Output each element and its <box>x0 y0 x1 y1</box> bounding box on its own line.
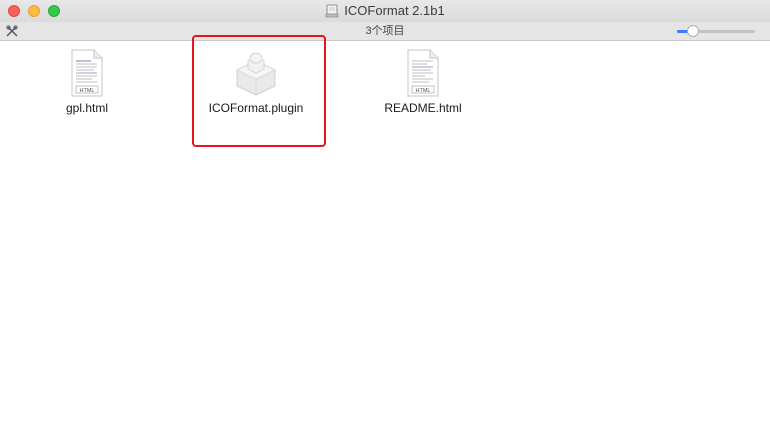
disk-image-icon <box>325 4 339 18</box>
icon-size-slider[interactable] <box>677 24 755 38</box>
file-item-gpl[interactable]: HTML gpl.html <box>22 49 152 116</box>
selection-highlight-box <box>192 35 326 147</box>
window-title: ICOFormat 2.1b1 <box>0 3 770 19</box>
slider-knob[interactable] <box>686 25 699 37</box>
html-document-icon[interactable]: HTML <box>67 49 107 97</box>
html-document-icon[interactable]: HTML <box>403 49 443 97</box>
file-item-readme[interactable]: HTML README.html <box>358 49 488 116</box>
file-name[interactable]: gpl.html <box>22 101 152 116</box>
file-name[interactable]: README.html <box>358 101 488 116</box>
file-badge: HTML <box>416 88 431 94</box>
window-title-text: ICOFormat 2.1b1 <box>344 3 445 18</box>
file-badge: HTML <box>80 88 95 94</box>
file-browser-content: HTML gpl.html ICOFormat.plugin HTML READ… <box>0 41 770 436</box>
status-bar: 3个项目 <box>0 22 770 41</box>
title-bar[interactable]: ICOFormat 2.1b1 <box>0 0 770 22</box>
item-count: 3个项目 <box>365 25 405 37</box>
